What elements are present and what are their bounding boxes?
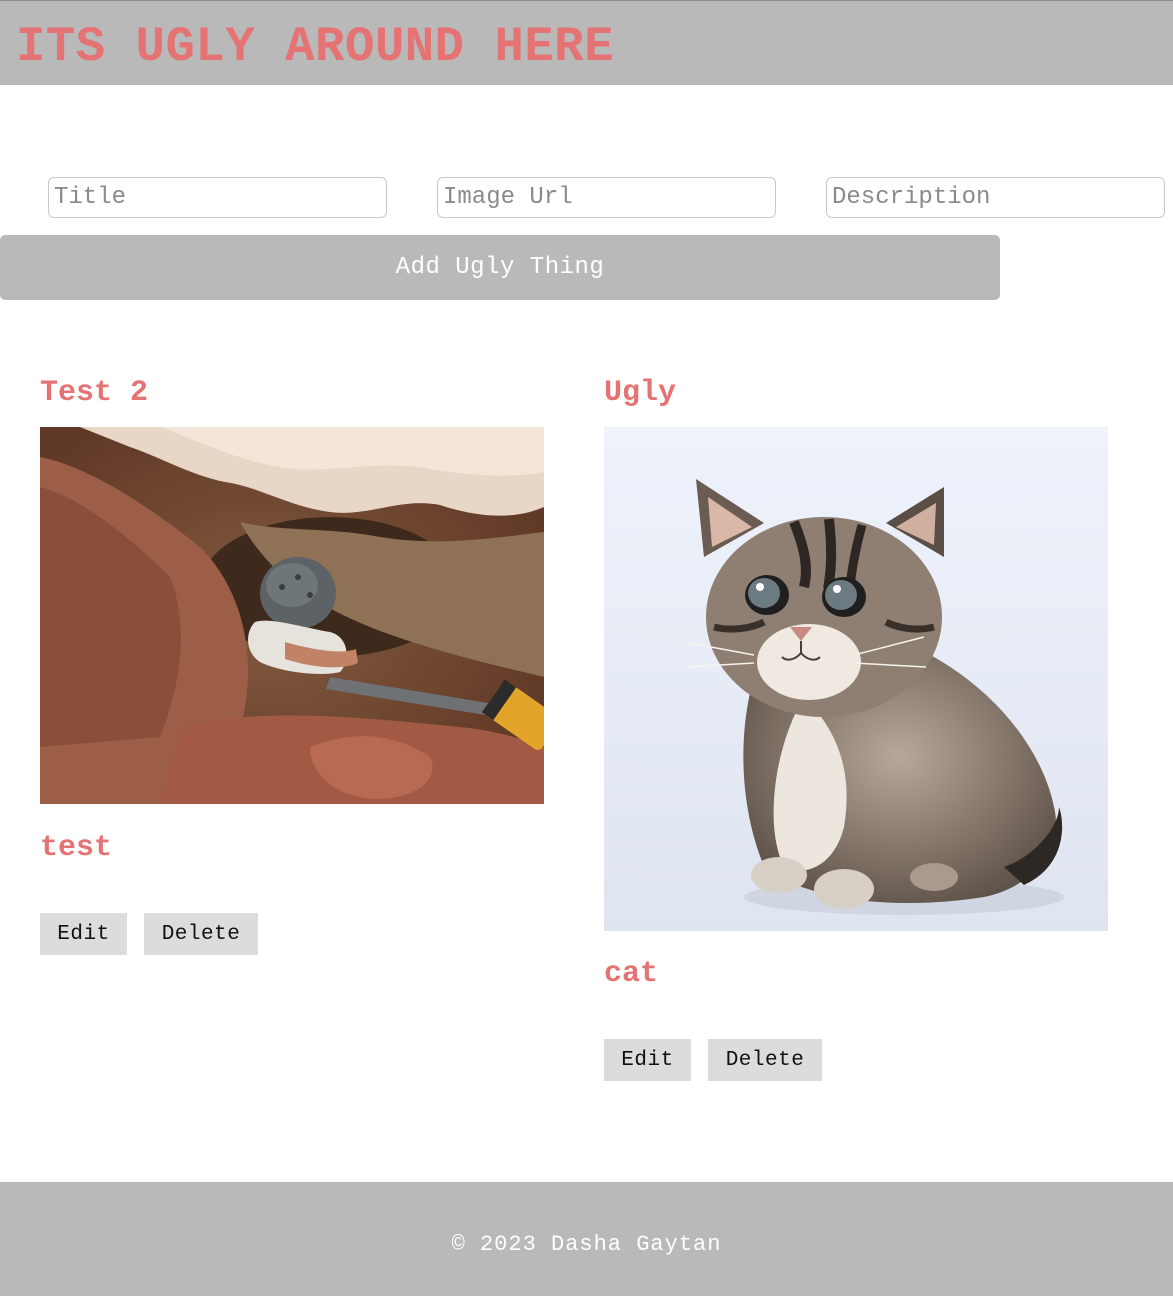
edit-button[interactable]: Edit [604, 1039, 691, 1081]
cave-photo [40, 427, 544, 804]
delete-button[interactable]: Delete [708, 1039, 822, 1081]
image-url-input[interactable] [437, 177, 776, 218]
site-footer: © 2023 Dasha Gaytan [0, 1182, 1173, 1296]
description-input[interactable] [826, 177, 1165, 218]
kitten-photo [604, 427, 1108, 931]
add-ugly-thing-button[interactable]: Add Ugly Thing [0, 235, 1000, 300]
edit-button[interactable]: Edit [40, 913, 127, 955]
delete-button[interactable]: Delete [144, 913, 258, 955]
title-input[interactable] [48, 177, 387, 218]
ugly-thing-card: Ugly cat Edit Delete [604, 376, 1108, 1082]
site-title: ITS UGLY AROUND HERE [16, 19, 615, 75]
ugly-thing-card: Test 2 test Edit Delete [40, 376, 544, 956]
copyright-text: © 2023 Dasha Gaytan [451, 1232, 722, 1257]
card-description: test [40, 831, 113, 865]
site-header: ITS UGLY AROUND HERE [0, 0, 1173, 85]
card-title: Ugly [604, 376, 677, 410]
card-description: cat [604, 957, 659, 991]
card-title: Test 2 [40, 376, 149, 410]
